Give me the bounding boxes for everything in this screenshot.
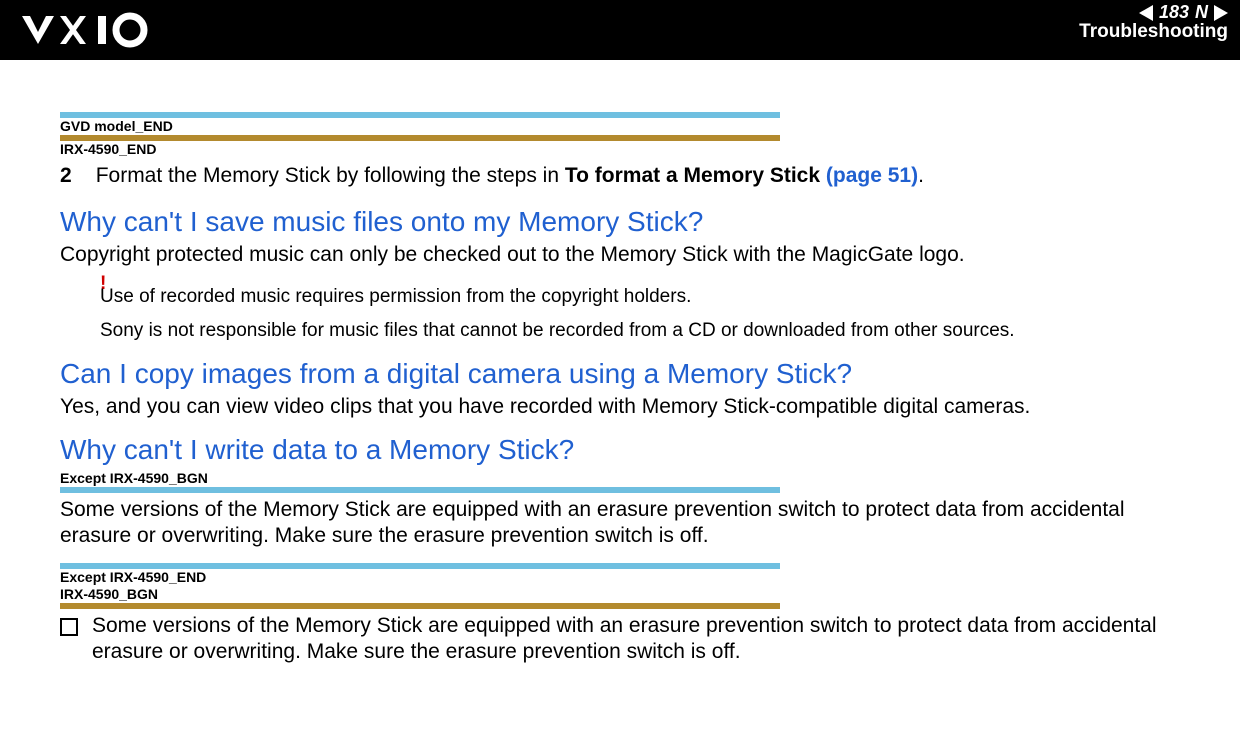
prev-page-arrow-icon[interactable] <box>1139 5 1153 21</box>
page-number: 183 <box>1159 2 1189 23</box>
bullet-box-icon <box>60 618 78 636</box>
q2-body: Yes, and you can view video clips that y… <box>60 394 1180 420</box>
q2-heading: Can I copy images from a digital camera … <box>60 358 1180 390</box>
blue-bar <box>60 487 780 493</box>
model-label-gvd-end: GVD model_END <box>60 118 1180 135</box>
step-text-prefix: Format the Memory Stick by following the… <box>96 164 565 187</box>
model-label-irx-bgn: IRX-4590_BGN <box>60 586 1180 603</box>
model-marker-except-end-irx-bgn: Except IRX-4590_END IRX-4590_BGN <box>60 563 1180 609</box>
warning-line-2: Sony is not responsible for music files … <box>100 320 1180 342</box>
step-text-link[interactable]: (page 51) <box>826 164 918 187</box>
model-label-except-irx-bgn: Except IRX-4590_BGN <box>60 470 1180 487</box>
model-label-irx-end: IRX-4590_END <box>60 141 1180 158</box>
page-nav: 183 N Troubleshooting <box>1079 2 1228 43</box>
page-content: GVD model_END IRX-4590_END 2 Format the … <box>0 60 1240 709</box>
next-page-arrow-icon[interactable] <box>1214 5 1228 21</box>
step-text: Format the Memory Stick by following the… <box>96 164 1180 188</box>
step-number: 2 <box>60 164 72 188</box>
doc-header: 183 N Troubleshooting <box>0 0 1240 60</box>
q1-body: Copyright protected music can only be ch… <box>60 242 1180 268</box>
q3-bullet-text: Some versions of the Memory Stick are eq… <box>92 613 1180 666</box>
q1-heading: Why can't I save music files onto my Mem… <box>60 206 1180 238</box>
model-marker-except-bgn: Except IRX-4590_BGN <box>60 470 1180 493</box>
q3-body-1: Some versions of the Memory Stick are eq… <box>60 497 1180 550</box>
gold-bar <box>60 603 780 609</box>
step-2: 2 Format the Memory Stick by following t… <box>60 164 1180 188</box>
n-marker: N <box>1195 2 1208 23</box>
warning-line-1: Use of recorded music requires permissio… <box>100 286 1180 308</box>
warning-block: ! Use of recorded music requires permiss… <box>100 282 1180 342</box>
q3-bullet: Some versions of the Memory Stick are eq… <box>60 613 1180 666</box>
step-text-bold: To format a Memory Stick <box>565 164 826 187</box>
step-text-suffix: . <box>918 164 924 187</box>
section-title: Troubleshooting <box>1079 21 1228 43</box>
vaio-logo <box>20 12 170 53</box>
model-marker-group: GVD model_END IRX-4590_END <box>60 112 1180 158</box>
q3-heading: Why can't I write data to a Memory Stick… <box>60 434 1180 466</box>
model-label-except-irx-end: Except IRX-4590_END <box>60 569 1180 586</box>
